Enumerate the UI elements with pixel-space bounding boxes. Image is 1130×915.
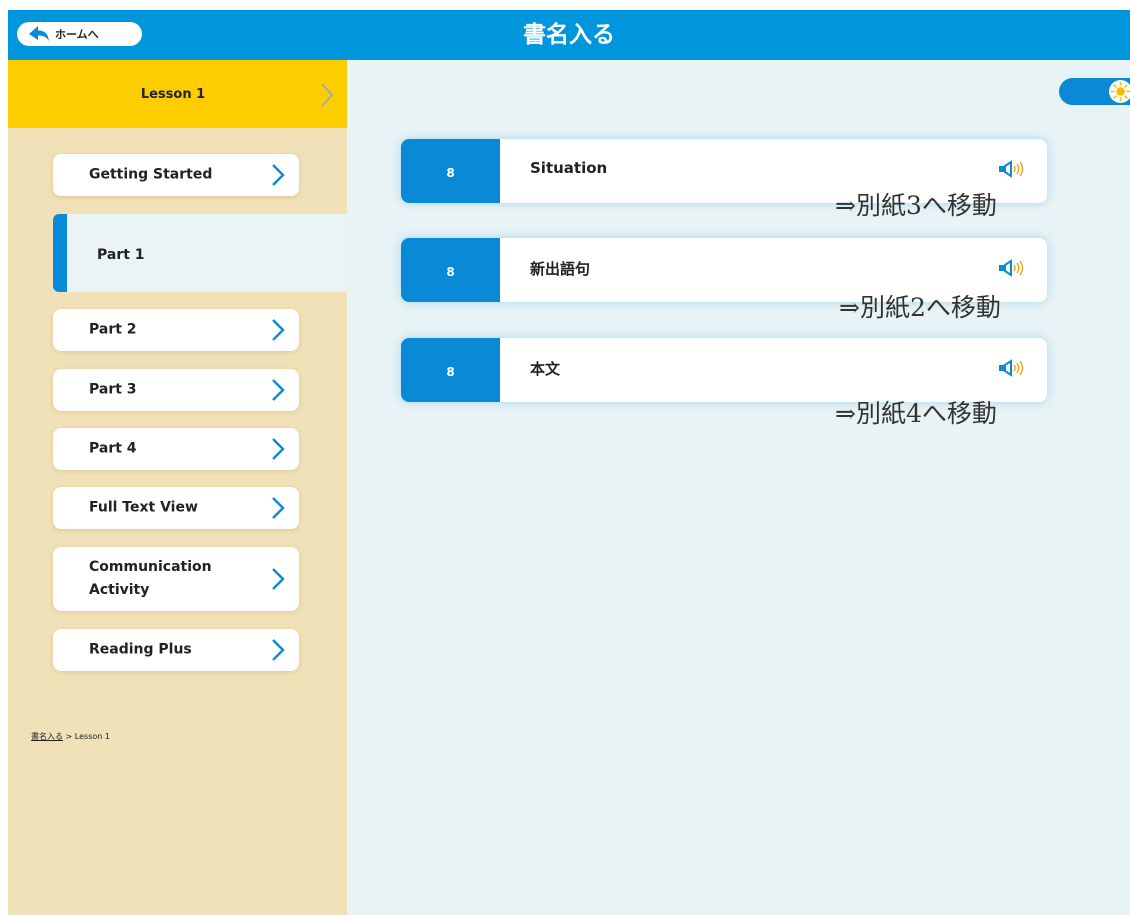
home-button[interactable]: ホームへ	[17, 22, 142, 46]
toggle-knob	[1109, 80, 1130, 103]
sidebar-item-getting-started[interactable]: Getting Started	[53, 154, 299, 196]
sidebar-item-communication-activity[interactable]: Communication Activity	[53, 547, 299, 611]
sidebar-item-label: Reading Plus	[89, 641, 192, 658]
chevron-right-icon	[272, 497, 285, 519]
sidebar-item-part-2[interactable]: Part 2	[53, 309, 299, 351]
annotation-note: ⇒別紙3へ移動	[835, 191, 997, 220]
annotation-note: ⇒別紙2へ移動	[839, 293, 1001, 322]
top-bar: 書名入る ホームへ	[8, 10, 1130, 60]
main-content: 8 Situation ⇒別紙3へ移動 8 新出語句 ⇒別紙2へ移動 8 本文	[347, 60, 1130, 915]
speaker-icon[interactable]	[997, 160, 1031, 178]
breadcrumb-root-link[interactable]: 書名入る	[31, 732, 63, 741]
card-number: 8	[401, 139, 500, 203]
sidebar-item-reading-plus[interactable]: Reading Plus	[53, 629, 299, 671]
sidebar-item-label: Part 1	[97, 247, 145, 263]
sidebar-item-part-3[interactable]: Part 3	[53, 369, 299, 411]
back-arrow-icon	[29, 26, 49, 41]
lesson-header[interactable]: Lesson 1	[8, 60, 347, 128]
content-card-main-text[interactable]: 8 本文	[401, 338, 1047, 402]
sidebar-item-full-text-view[interactable]: Full Text View	[53, 487, 299, 529]
sun-icon	[1110, 81, 1130, 102]
card-number: 8	[401, 338, 500, 402]
sidebar-item-label: Part 3	[89, 381, 137, 398]
card-title: 本文	[530, 360, 561, 378]
chevron-right-icon	[321, 83, 334, 107]
chevron-right-icon	[272, 164, 285, 186]
app-title: 書名入る	[523, 22, 615, 48]
breadcrumb: 書名入る > Lesson 1	[31, 731, 110, 742]
speaker-icon[interactable]	[997, 259, 1031, 277]
sidebar-item-part-4[interactable]: Part 4	[53, 428, 299, 470]
breadcrumb-separator: >	[63, 732, 75, 741]
lesson-title: Lesson 1	[140, 87, 206, 102]
chevron-right-icon	[272, 379, 285, 401]
speaker-icon[interactable]	[997, 359, 1031, 377]
sidebar-item-label: Part 4	[89, 440, 137, 457]
sidebar: Lesson 1 Getting Started Part 1 Part 2 P…	[8, 60, 347, 915]
active-indicator	[53, 214, 67, 292]
sidebar-item-label: Full Text View	[89, 499, 198, 516]
chevron-right-icon	[272, 438, 285, 460]
chevron-right-icon	[272, 319, 285, 341]
sidebar-item-label: Part 2	[89, 321, 137, 338]
sidebar-item-label: Getting Started	[89, 166, 213, 183]
chevron-right-icon	[272, 568, 285, 590]
home-button-label: ホームへ	[55, 28, 99, 41]
card-title: Situation	[530, 159, 608, 177]
breadcrumb-current: Lesson 1	[74, 732, 110, 741]
chevron-right-icon	[272, 639, 285, 661]
card-number: 8	[401, 238, 500, 302]
theme-toggle[interactable]	[1059, 78, 1130, 105]
annotation-note: ⇒別紙4へ移動	[835, 399, 997, 428]
sidebar-item-part-1[interactable]: Part 1	[53, 214, 347, 292]
card-title: 新出語句	[530, 260, 591, 278]
sidebar-item-label: Communication Activity	[89, 559, 212, 598]
